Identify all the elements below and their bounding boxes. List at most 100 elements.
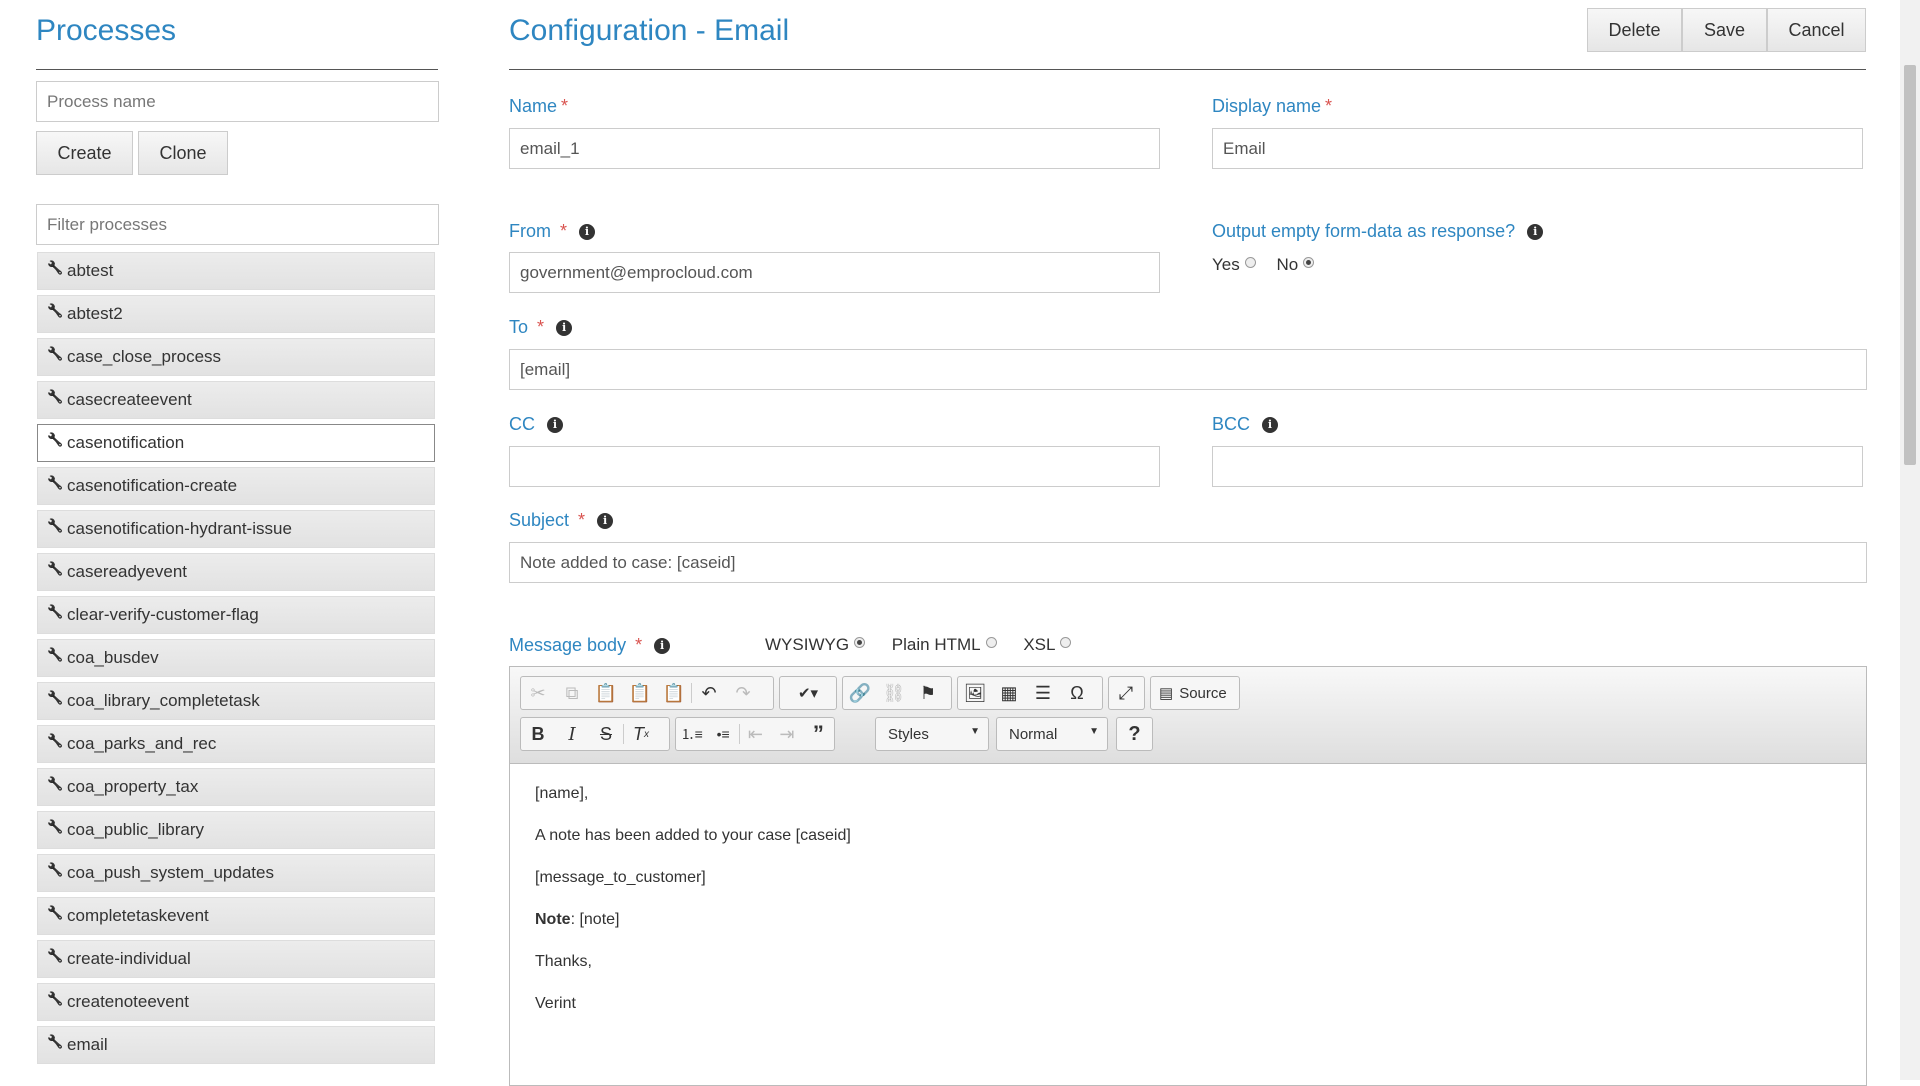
to-label: To * i bbox=[509, 317, 573, 338]
cut-icon[interactable]: ✂ bbox=[521, 677, 555, 709]
process-list-item-label: email bbox=[67, 1035, 108, 1054]
blockquote-icon[interactable]: ” bbox=[803, 718, 834, 750]
copy-icon[interactable]: ⧉ bbox=[555, 677, 589, 709]
paste-word-icon[interactable]: 📋 bbox=[657, 677, 691, 709]
subject-field[interactable]: Note added to case: [caseid] bbox=[509, 542, 1867, 583]
bulleted-list-icon[interactable]: •≡ bbox=[707, 718, 738, 750]
delete-button[interactable]: Delete bbox=[1587, 8, 1682, 52]
yes-option[interactable]: Yes bbox=[1212, 255, 1256, 274]
process-list-item[interactable]: 🔧 clear-verify-customer-flag bbox=[37, 596, 435, 634]
source-button[interactable]: ▤ Source bbox=[1150, 676, 1240, 710]
wrench-icon: 🔧 bbox=[47, 561, 64, 576]
indent-icon[interactable]: ⇥ bbox=[771, 718, 802, 750]
filter-processes-input[interactable]: Filter processes bbox=[36, 204, 439, 245]
remove-format-icon[interactable]: Tx bbox=[624, 718, 658, 750]
cc-label: CC i bbox=[509, 414, 563, 435]
styles-dropdown[interactable]: Styles ▼ bbox=[875, 717, 989, 751]
no-radio[interactable] bbox=[1303, 257, 1315, 268]
process-list-item[interactable]: 🔧 casecreateevent bbox=[37, 381, 435, 419]
from-field[interactable]: government@emprocloud.com bbox=[509, 252, 1160, 293]
wrench-icon: 🔧 bbox=[47, 948, 64, 963]
image-icon[interactable]: 🖼 bbox=[958, 677, 992, 709]
editor-content[interactable]: [name], A note has been added to your ca… bbox=[510, 764, 1866, 1056]
help-button[interactable]: ? bbox=[1116, 717, 1153, 751]
info-icon[interactable]: i bbox=[597, 513, 614, 530]
spellcheck-icon[interactable]: ✔▾ bbox=[780, 677, 836, 709]
process-list-item[interactable]: 🔧 completetaskevent bbox=[37, 897, 435, 935]
process-list-item[interactable]: 🔧 abtest2 bbox=[37, 295, 435, 333]
process-list-item[interactable]: 🔧 casenotification-create bbox=[37, 467, 435, 505]
plain-html-option[interactable]: Plain HTML bbox=[892, 635, 997, 654]
clipboard-group: ✂ ⧉ 📋 📋 📋 ↶ ↷ bbox=[520, 676, 774, 710]
wrench-icon: 🔧 bbox=[47, 733, 64, 748]
wrench-icon: 🔧 bbox=[47, 905, 64, 920]
horizontal-rule-icon[interactable]: ☰ bbox=[1026, 677, 1060, 709]
table-icon[interactable]: ▦ bbox=[992, 677, 1026, 709]
process-list-item-label: coa_busdev bbox=[67, 648, 159, 667]
create-button[interactable]: Create bbox=[36, 131, 133, 175]
xsl-radio[interactable] bbox=[1060, 637, 1072, 648]
special-char-icon[interactable]: Ω bbox=[1060, 677, 1094, 709]
info-icon[interactable]: i bbox=[1262, 417, 1279, 434]
xsl-option[interactable]: XSL bbox=[1023, 635, 1072, 654]
process-list-item[interactable]: 🔧 createnoteevent bbox=[37, 983, 435, 1021]
info-icon[interactable]: i bbox=[579, 224, 596, 241]
link-icon[interactable]: 🔗 bbox=[843, 677, 877, 709]
display-name-field[interactable]: Email bbox=[1212, 128, 1863, 169]
numbered-list-icon[interactable]: ⒈≡ bbox=[676, 718, 707, 750]
process-list-item[interactable]: 🔧 casenotification bbox=[37, 424, 435, 462]
process-list-item[interactable]: 🔧 create-individual bbox=[37, 940, 435, 978]
clone-button[interactable]: Clone bbox=[138, 131, 228, 175]
process-list-item[interactable]: 🔧 email bbox=[37, 1026, 435, 1064]
maximize-icon[interactable]: ⤢ bbox=[1109, 677, 1143, 709]
output-empty-options: Yes No bbox=[1212, 255, 1315, 275]
paste-icon[interactable]: 📋 bbox=[589, 677, 623, 709]
cancel-button[interactable]: Cancel bbox=[1767, 8, 1866, 52]
process-list-item[interactable]: 🔧 coa_property_tax bbox=[37, 768, 435, 806]
to-field[interactable]: [email] bbox=[509, 349, 1867, 390]
page-title: Configuration - Email bbox=[509, 14, 790, 47]
wysiwyg-option[interactable]: WYSIWYG bbox=[765, 635, 866, 654]
outdent-icon[interactable]: ⇤ bbox=[740, 718, 771, 750]
name-field[interactable]: email_1 bbox=[509, 128, 1160, 169]
save-button[interactable]: Save bbox=[1682, 8, 1767, 52]
process-list-item[interactable]: 🔧 casereadyevent bbox=[37, 553, 435, 591]
process-list-item[interactable]: 🔧 casenotification-hydrant-issue bbox=[37, 510, 435, 548]
anchor-flag-icon[interactable]: ⚑ bbox=[911, 677, 945, 709]
required-marker: * bbox=[561, 96, 569, 116]
italic-icon[interactable]: I bbox=[555, 718, 589, 750]
info-icon[interactable]: i bbox=[654, 638, 671, 655]
info-icon[interactable]: i bbox=[547, 417, 563, 434]
process-name-input[interactable]: Process name bbox=[36, 81, 439, 122]
cc-field[interactable] bbox=[509, 446, 1160, 487]
process-list-item[interactable]: 🔧 coa_busdev bbox=[37, 639, 435, 677]
process-list-item[interactable]: 🔧 coa_public_library bbox=[37, 811, 435, 849]
yes-radio[interactable] bbox=[1244, 257, 1256, 268]
process-list-item[interactable]: 🔧 coa_push_system_updates bbox=[37, 854, 435, 892]
no-option[interactable]: No bbox=[1276, 255, 1315, 274]
paste-text-icon[interactable]: 📋 bbox=[623, 677, 657, 709]
process-list-item[interactable]: 🔧 case_close_process bbox=[37, 338, 435, 376]
note-bold-label: Note bbox=[535, 911, 571, 928]
redo-icon[interactable]: ↷ bbox=[726, 677, 760, 709]
info-icon[interactable]: i bbox=[1527, 224, 1544, 241]
page-scrollbar[interactable] bbox=[1900, 0, 1920, 1080]
wrench-icon: 🔧 bbox=[47, 1034, 64, 1049]
process-list-item[interactable]: 🔧 abtest bbox=[37, 252, 435, 290]
info-icon[interactable]: i bbox=[556, 320, 573, 337]
bold-icon[interactable]: B bbox=[521, 718, 555, 750]
basic-style-group: B I S Tx bbox=[520, 717, 670, 751]
unlink-icon[interactable]: ⛓ bbox=[877, 677, 911, 709]
plain-html-radio[interactable] bbox=[985, 637, 997, 648]
required-marker: * bbox=[1325, 96, 1333, 116]
wrench-icon: 🔧 bbox=[47, 260, 64, 275]
bcc-field[interactable] bbox=[1212, 446, 1863, 487]
format-dropdown[interactable]: Normal ▼ bbox=[996, 717, 1108, 751]
required-marker: * bbox=[560, 221, 568, 241]
undo-icon[interactable]: ↶ bbox=[692, 677, 726, 709]
process-list-item[interactable]: 🔧 coa_parks_and_rec bbox=[37, 725, 435, 763]
process-list-item[interactable]: 🔧 coa_library_completetask bbox=[37, 682, 435, 720]
strikethrough-icon[interactable]: S bbox=[589, 718, 623, 750]
wysiwyg-radio[interactable] bbox=[854, 637, 866, 648]
scrollbar-thumb[interactable] bbox=[1904, 65, 1916, 465]
